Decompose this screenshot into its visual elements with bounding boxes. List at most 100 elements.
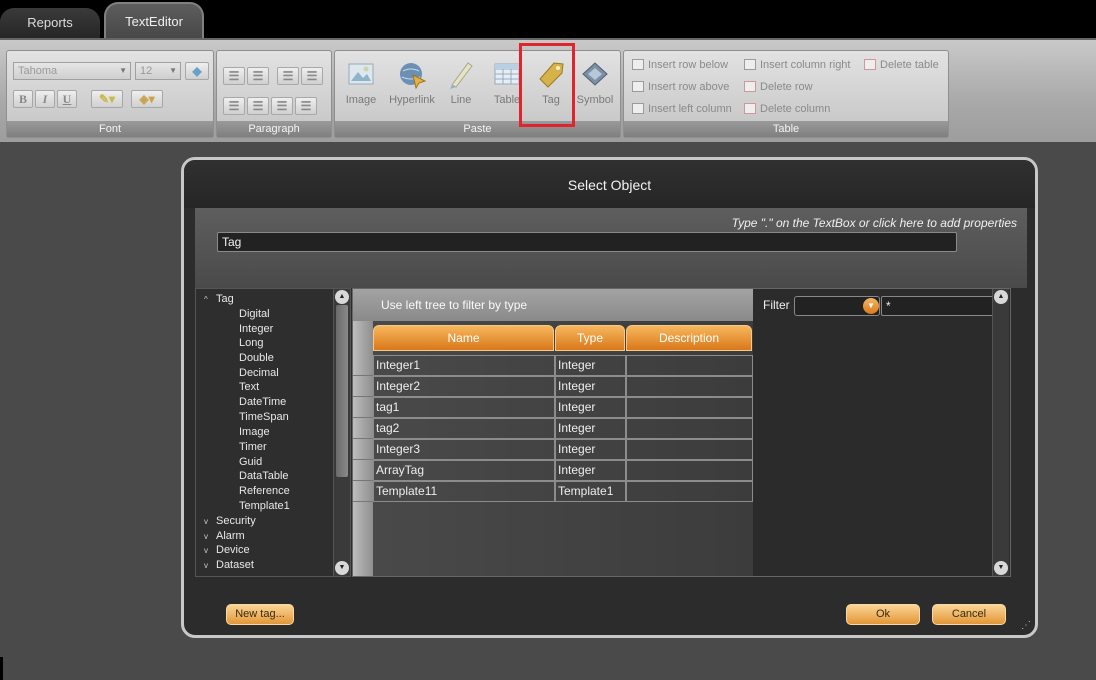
cell-description[interactable]: [626, 481, 753, 502]
cell-name[interactable]: tag2: [373, 418, 555, 439]
font-group: Tahoma ▼ 12 ▼ ◆ B I U ✎▾ ◈▾ Font: [6, 50, 214, 138]
cell-type[interactable]: Integer: [555, 397, 626, 418]
resize-grip-icon[interactable]: ⋰: [1021, 620, 1031, 631]
delete-row-button[interactable]: Delete row: [744, 81, 813, 93]
table-row-divider: [353, 501, 373, 502]
filter-type-select[interactable]: ▼: [794, 296, 880, 316]
cell-type[interactable]: Integer: [555, 376, 626, 397]
tree-node-text[interactable]: Text: [239, 381, 259, 393]
increase-indent-icon[interactable]: ☰: [301, 67, 323, 85]
decrease-indent-icon[interactable]: ☰: [277, 67, 299, 85]
tree-node-timespan[interactable]: TimeSpan: [239, 411, 289, 423]
tree-node-guid[interactable]: Guid: [239, 456, 262, 468]
insert-row-above-button[interactable]: Insert row above: [632, 81, 729, 93]
cancel-button[interactable]: Cancel: [932, 604, 1006, 625]
tree-node-datetime[interactable]: DateTime: [239, 396, 286, 408]
align-center-icon[interactable]: ☰: [247, 97, 269, 115]
tree-node-dataset[interactable]: v Dataset: [204, 559, 254, 571]
tree-node-device[interactable]: v Device: [204, 544, 250, 556]
tree-node-integer[interactable]: Integer: [239, 323, 273, 335]
tree-node-alarm[interactable]: v Alarm: [204, 530, 245, 542]
cell-description[interactable]: [626, 397, 753, 418]
text-color-icon[interactable]: ◈▾: [131, 90, 163, 108]
delete-table-label: Delete table: [880, 59, 939, 71]
grid-scrollbar[interactable]: ▲ ▼: [992, 289, 1009, 576]
tree-node-double[interactable]: Double: [239, 352, 274, 364]
symbol-button[interactable]: Symbol: [575, 59, 615, 106]
cell-description[interactable]: [626, 376, 753, 397]
dialog-input-area: Type "." on the TextBox or click here to…: [195, 208, 1027, 288]
ok-button[interactable]: Ok: [846, 604, 920, 625]
hyperlink-button[interactable]: Hyperlink: [387, 59, 437, 106]
insert-column-right-button[interactable]: Insert column right: [744, 59, 850, 71]
tree-node-label: Device: [216, 544, 250, 556]
scroll-up-icon[interactable]: ▲: [994, 290, 1008, 304]
italic-button[interactable]: I: [35, 90, 55, 108]
cell-type[interactable]: Integer: [555, 460, 626, 481]
numbered-list-icon[interactable]: ☰: [247, 67, 269, 85]
cell-name[interactable]: Integer1: [373, 355, 555, 376]
tree-scrollbar[interactable]: ▲ ▼: [333, 289, 350, 576]
cell-type[interactable]: Integer: [555, 355, 626, 376]
column-header-description[interactable]: Description: [626, 325, 752, 351]
cell-description[interactable]: [626, 439, 753, 460]
tree-node-security[interactable]: v Security: [204, 515, 256, 527]
tab-reports[interactable]: Reports: [0, 8, 100, 38]
insert-left-column-button[interactable]: Insert left column: [632, 103, 732, 115]
cell-type[interactable]: Integer: [555, 418, 626, 439]
cell-name[interactable]: ArrayTag: [373, 460, 555, 481]
table-group-label: Table: [624, 121, 948, 137]
cell-type[interactable]: Template1: [555, 481, 626, 502]
cell-name[interactable]: tag1: [373, 397, 555, 418]
font-size-select[interactable]: 12 ▼: [135, 62, 181, 80]
scroll-down-icon[interactable]: ▼: [335, 561, 349, 575]
tree-node-long[interactable]: Long: [239, 337, 263, 349]
column-header-type[interactable]: Type: [555, 325, 625, 351]
hyperlink-icon: [400, 63, 427, 89]
cell-description[interactable]: [626, 460, 753, 481]
bullet-list-icon[interactable]: ☰: [223, 67, 245, 85]
justify-icon[interactable]: ☰: [295, 97, 317, 115]
tree-node-datatable[interactable]: DataTable: [239, 470, 289, 482]
cell-name[interactable]: Integer2: [373, 376, 555, 397]
font-family-select[interactable]: Tahoma ▼: [13, 62, 131, 80]
cell-name[interactable]: Template11: [373, 481, 555, 502]
tree-node-tag[interactable]: ^ Tag: [204, 293, 234, 305]
table-row-divider: [353, 438, 373, 439]
line-button[interactable]: Line: [441, 59, 481, 106]
insert-row-below-button[interactable]: Insert row below: [632, 59, 728, 71]
add-properties-hint-link[interactable]: Type "." on the TextBox or click here to…: [732, 216, 1017, 230]
tree-node-template1[interactable]: Template1: [239, 500, 290, 512]
new-tag-button[interactable]: New tag...: [226, 604, 294, 625]
tree-node-digital[interactable]: Digital: [239, 308, 270, 320]
tree-node-reference[interactable]: Reference: [239, 485, 290, 497]
tree-node-timer[interactable]: Timer: [239, 441, 267, 453]
align-right-icon[interactable]: ☰: [271, 97, 293, 115]
bold-button[interactable]: B: [13, 90, 33, 108]
delete-table-button[interactable]: Delete table: [864, 59, 939, 71]
image-button-label: Image: [345, 94, 377, 106]
tree-node-decimal[interactable]: Decimal: [239, 367, 279, 379]
filter-text-input[interactable]: [881, 296, 1002, 316]
delete-column-button[interactable]: Delete column: [744, 103, 830, 115]
type-tree: ^ Tag Digital Integer Long Double Decimal…: [195, 288, 351, 577]
cell-description[interactable]: [626, 355, 753, 376]
tree-node-image[interactable]: Image: [239, 426, 270, 438]
symbol-icon: [582, 62, 608, 86]
scroll-up-icon[interactable]: ▲: [335, 290, 349, 304]
chevron-down-icon: v: [204, 532, 208, 541]
cell-description[interactable]: [626, 418, 753, 439]
align-left-icon[interactable]: ☰: [223, 97, 245, 115]
cell-name[interactable]: Integer3: [373, 439, 555, 460]
tree-node-label: Tag: [216, 293, 234, 305]
column-header-name[interactable]: Name: [373, 325, 554, 351]
underline-button[interactable]: U: [57, 90, 77, 108]
tab-texteditor[interactable]: TextEditor: [104, 2, 204, 38]
object-name-input[interactable]: [217, 232, 957, 252]
scroll-thumb[interactable]: [336, 305, 348, 477]
font-color-picker-icon[interactable]: ◆: [185, 62, 209, 80]
cell-type[interactable]: Integer: [555, 439, 626, 460]
highlight-color-icon[interactable]: ✎▾: [91, 90, 123, 108]
image-button[interactable]: Image: [341, 59, 381, 106]
scroll-down-icon[interactable]: ▼: [994, 561, 1008, 575]
